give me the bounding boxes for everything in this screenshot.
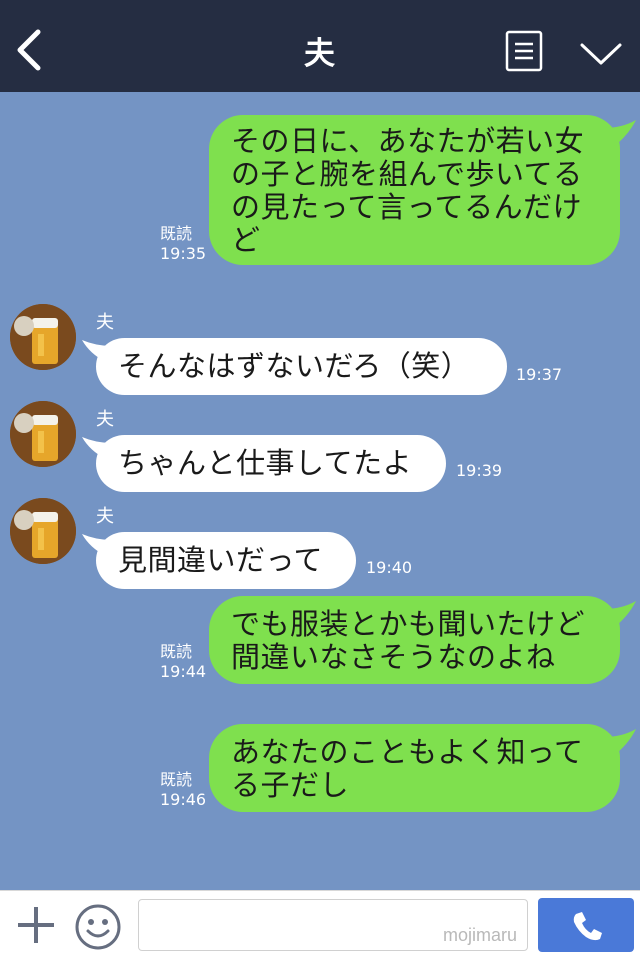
message-time: 19:46 <box>160 790 207 809</box>
their-message-bubble[interactable]: 見間違いだって <box>96 532 356 589</box>
chevron-down-icon <box>580 43 622 65</box>
message-text-line: の見たって言ってるんだけ <box>231 190 583 224</box>
message-time: 19:39 <box>456 461 503 480</box>
read-label: 既読 <box>160 642 193 661</box>
message-text-line: 間違いなさそうなのよね <box>231 640 556 674</box>
message-text-line: る子だし <box>231 768 350 802</box>
message-time: 19:44 <box>160 662 207 681</box>
smiley-icon <box>75 904 121 950</box>
call-button[interactable] <box>538 898 634 952</box>
sender-name: 夫 <box>96 409 114 430</box>
my-message-bubble[interactable]: でも服装とかも聞いたけど 間違いなさそうなのよね <box>209 596 620 684</box>
read-receipt: 既読 19:46 <box>160 770 206 810</box>
message-time: 19:37 <box>516 365 563 384</box>
avatar[interactable] <box>10 401 76 467</box>
avatar[interactable] <box>10 498 76 564</box>
message-time: 19:35 <box>160 244 207 263</box>
watermark: mojimaru <box>442 925 517 945</box>
list-icon <box>505 30 543 72</box>
avatar-image <box>10 304 76 370</box>
message-input[interactable]: mojimaru <box>138 899 528 951</box>
message-text-line: ど <box>231 223 261 257</box>
message-text: ちゃんと仕事してたよ <box>118 446 413 480</box>
message-time: 19:40 <box>366 558 413 577</box>
menu-button[interactable] <box>505 30 543 72</box>
avatar[interactable] <box>10 304 76 370</box>
emoji-button[interactable] <box>74 903 122 951</box>
phone-icon <box>573 912 602 941</box>
bubble-tail <box>604 120 636 148</box>
avatar-image <box>10 498 76 564</box>
sender-name: 夫 <box>96 312 114 333</box>
add-button[interactable] <box>14 903 58 947</box>
bubble-tail <box>604 601 636 629</box>
chat-area[interactable]: 既読 19:35 その日に、あなたが若い女 の子と腕を組んで歩いてる の見たって… <box>0 92 640 890</box>
message-text-line: の子と腕を組んで歩いてる <box>231 157 583 191</box>
read-receipt: 既読 19:44 <box>160 642 206 682</box>
chat-title: 夫 <box>304 36 336 72</box>
my-message-bubble[interactable]: あなたのこともよく知って る子だし <box>209 724 620 812</box>
my-message-bubble[interactable]: その日に、あなたが若い女 の子と腕を組んで歩いてる の見たって言ってるんだけ ど <box>209 115 620 265</box>
plus-icon <box>18 907 54 943</box>
sender-name: 夫 <box>96 506 114 527</box>
input-bar: mojimaru <box>0 890 640 961</box>
read-label: 既読 <box>160 770 193 789</box>
message-text-line: あなたのこともよく知って <box>231 735 584 769</box>
avatar-image <box>10 401 76 467</box>
message-text-line: でも服装とかも聞いたけど <box>231 607 586 641</box>
message-text-line: その日に、あなたが若い女 <box>231 124 585 158</box>
message-text: 見間違いだって <box>118 543 324 577</box>
collapse-button[interactable] <box>578 40 624 68</box>
bubble-tail <box>604 729 636 757</box>
read-receipt: 既読 19:35 <box>160 224 206 264</box>
their-message-bubble[interactable]: ちゃんと仕事してたよ <box>96 435 446 492</box>
their-message-bubble[interactable]: そんなはずないだろ（笑） <box>96 338 507 395</box>
message-text: そんなはずないだろ（笑） <box>118 349 471 383</box>
chat-header: 夫 <box>0 0 640 92</box>
read-label: 既読 <box>160 224 193 243</box>
